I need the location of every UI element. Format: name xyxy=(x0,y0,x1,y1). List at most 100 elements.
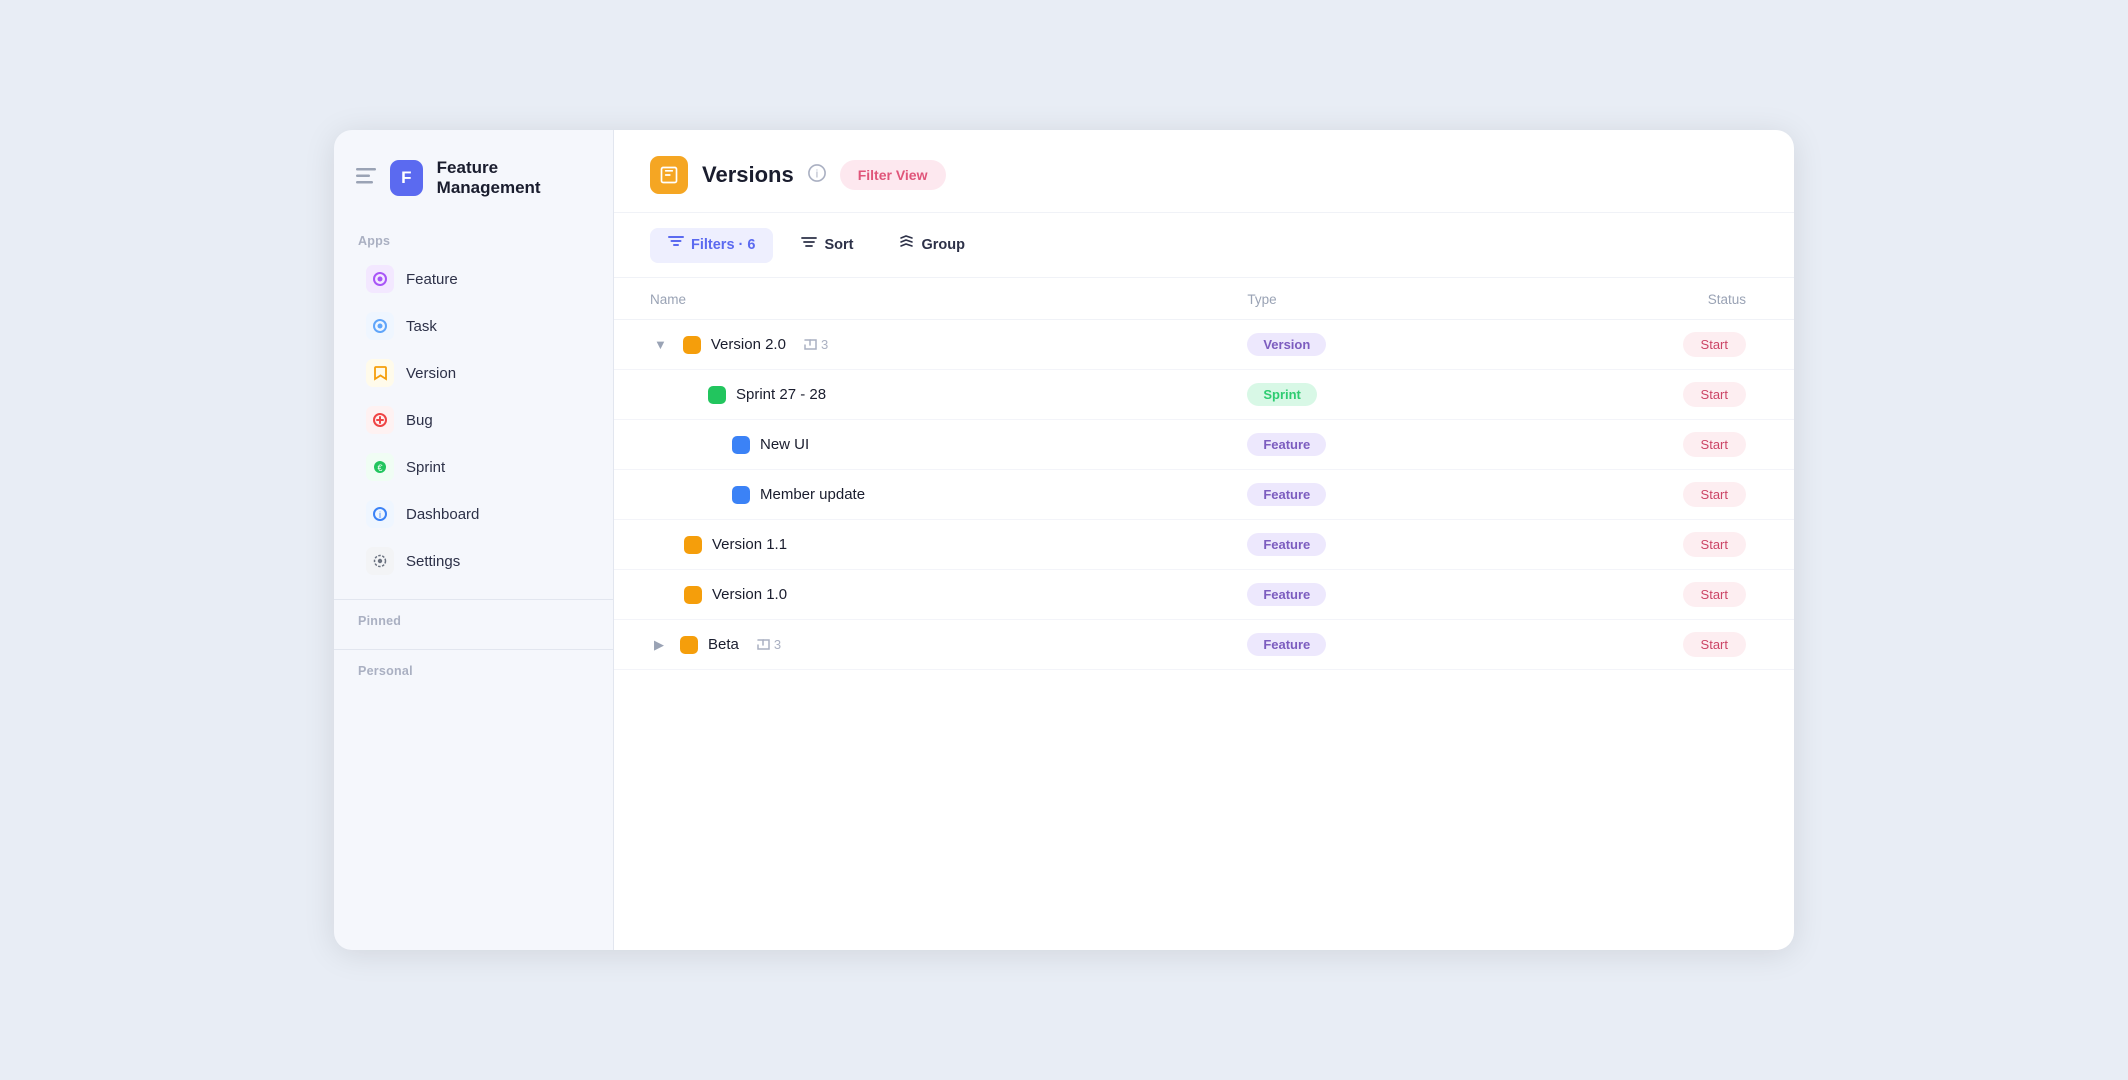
feature-icon xyxy=(366,265,394,293)
table-row: Version 1.1 Feature Start xyxy=(614,520,1794,570)
row-color-icon xyxy=(684,536,702,554)
row-color-icon xyxy=(708,386,726,404)
cell-status: Start xyxy=(1497,570,1794,620)
bug-label: Bug xyxy=(406,412,433,429)
toolbar: Filters · 6 Sort Group xyxy=(614,213,1794,278)
info-icon[interactable]: i xyxy=(808,164,826,187)
cell-name: ▼ Version 2.0 3 xyxy=(614,322,1227,368)
task-label: Task xyxy=(406,318,437,335)
cell-status: Start xyxy=(1497,520,1794,570)
table-row: New UI Feature Start xyxy=(614,420,1794,470)
row-color-icon xyxy=(732,486,750,504)
group-label: Group xyxy=(921,237,965,253)
table-header-row: Name Type Status xyxy=(614,278,1794,320)
cell-status: Start xyxy=(1497,470,1794,520)
col-name: Name xyxy=(614,278,1227,320)
filters-label: Filters · 6 xyxy=(691,237,755,253)
expand-btn[interactable]: ▶ xyxy=(650,637,668,653)
sidebar-item-version[interactable]: Version xyxy=(344,350,603,396)
status-badge: Start xyxy=(1683,632,1746,657)
row-name-label: Version 2.0 xyxy=(711,336,786,353)
dashboard-label: Dashboard xyxy=(406,506,479,523)
row-color-icon xyxy=(680,636,698,654)
type-badge: Feature xyxy=(1247,483,1326,506)
feature-label: Feature xyxy=(406,271,458,288)
status-badge: Start xyxy=(1683,482,1746,507)
sidebar-item-task[interactable]: Task xyxy=(344,303,603,349)
main-header: Versions i Filter View xyxy=(614,130,1794,213)
sidebar-logo: F xyxy=(390,160,423,196)
col-status: Status xyxy=(1497,278,1794,320)
sort-button[interactable]: Sort xyxy=(783,228,871,263)
main-table: Name Type Status ▼ Version 2.0 3 Version xyxy=(614,278,1794,670)
status-badge: Start xyxy=(1683,332,1746,357)
task-icon xyxy=(366,312,394,340)
cell-status: Start xyxy=(1497,370,1794,420)
sprint-label: Sprint xyxy=(406,459,445,476)
apps-section-label: Apps xyxy=(334,220,613,255)
dashboard-icon: i xyxy=(366,500,394,528)
settings-label: Settings xyxy=(406,553,460,570)
type-badge: Sprint xyxy=(1247,383,1317,406)
group-icon xyxy=(899,235,914,255)
status-badge: Start xyxy=(1683,532,1746,557)
type-badge: Version xyxy=(1247,333,1326,356)
status-badge: Start xyxy=(1683,432,1746,457)
row-name-label: New UI xyxy=(760,436,809,453)
row-name-label: Version 1.0 xyxy=(712,586,787,603)
table-row: ▼ Version 2.0 3 Version Start xyxy=(614,320,1794,370)
row-color-icon xyxy=(732,436,750,454)
cell-status: Start xyxy=(1497,320,1794,370)
sidebar-item-bug[interactable]: Bug xyxy=(344,397,603,443)
app-container: F Feature Management Apps Feature Task V… xyxy=(334,130,1794,950)
sort-icon xyxy=(801,236,817,255)
version-icon xyxy=(366,359,394,387)
filter-icon xyxy=(668,236,684,255)
filters-button[interactable]: Filters · 6 xyxy=(650,228,773,263)
sidebar-item-feature[interactable]: Feature xyxy=(344,256,603,302)
filter-view-button[interactable]: Filter View xyxy=(840,160,946,190)
sprint-icon: € xyxy=(366,453,394,481)
child-count: 3 xyxy=(804,337,828,352)
cell-status: Start xyxy=(1497,620,1794,670)
sidebar-item-settings[interactable]: Settings xyxy=(344,538,603,584)
svg-text:€: € xyxy=(377,463,382,473)
row-name-label: Beta xyxy=(708,636,739,653)
expand-btn[interactable]: ▼ xyxy=(650,337,671,352)
cell-status: Start xyxy=(1497,420,1794,470)
sidebar-item-sprint[interactable]: € Sprint xyxy=(344,444,603,490)
cell-type: Feature xyxy=(1227,420,1496,470)
group-button[interactable]: Group xyxy=(881,227,983,263)
main-title: Versions xyxy=(702,162,794,188)
cell-type: Feature xyxy=(1227,570,1496,620)
sidebar-apps-list: Feature Task Version Bug € Sprint i Dash… xyxy=(334,255,613,585)
row-color-icon xyxy=(683,336,701,354)
svg-text:i: i xyxy=(379,510,381,520)
table-wrap: Name Type Status ▼ Version 2.0 3 Version xyxy=(614,278,1794,950)
type-badge: Feature xyxy=(1247,533,1326,556)
personal-section-label: Personal xyxy=(334,650,613,685)
type-badge: Feature xyxy=(1247,583,1326,606)
menu-icon[interactable] xyxy=(356,168,376,189)
pinned-section-label: Pinned xyxy=(334,600,613,635)
row-color-icon xyxy=(684,586,702,604)
settings-icon xyxy=(366,547,394,575)
cell-type: Feature xyxy=(1227,620,1496,670)
table-body: ▼ Version 2.0 3 Version Start Sprint 27 … xyxy=(614,320,1794,670)
row-name-label: Version 1.1 xyxy=(712,536,787,553)
cell-type: Version xyxy=(1227,320,1496,370)
bug-icon xyxy=(366,406,394,434)
cell-name: Version 1.0 xyxy=(614,572,1227,618)
sidebar-header: F Feature Management xyxy=(334,130,613,220)
version-label: Version xyxy=(406,365,456,382)
cell-type: Sprint xyxy=(1227,370,1496,420)
sidebar-item-dashboard[interactable]: i Dashboard xyxy=(344,491,603,537)
status-badge: Start xyxy=(1683,382,1746,407)
cell-name: Member update xyxy=(614,472,1227,518)
svg-text:i: i xyxy=(816,168,818,180)
cell-name: New UI xyxy=(614,422,1227,468)
cell-name: Version 1.1 xyxy=(614,522,1227,568)
sidebar-title: Feature Management xyxy=(437,158,591,198)
main-header-icon xyxy=(650,156,688,194)
cell-name: ▶ Beta 3 xyxy=(614,622,1227,668)
